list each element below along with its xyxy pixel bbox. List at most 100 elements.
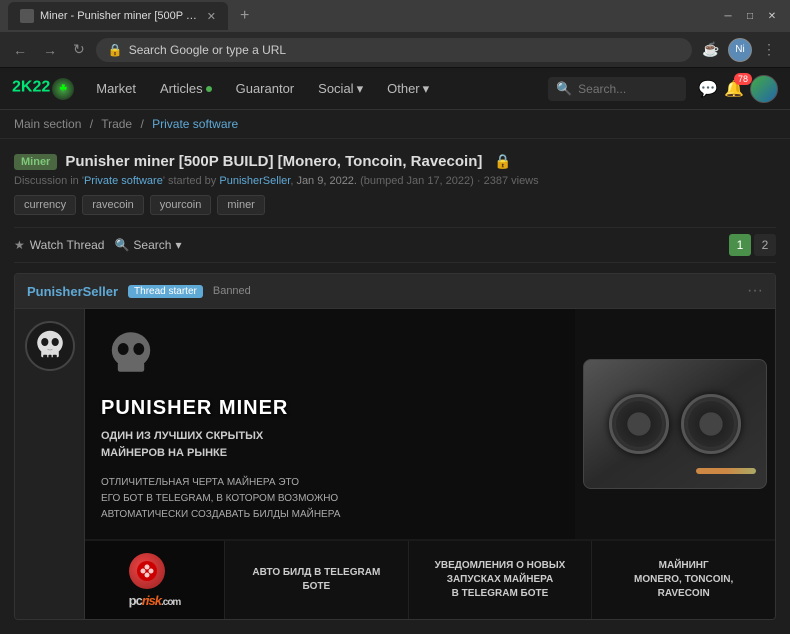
post-banner: PUNISHER MINER ОДИН ИЗ ЛУЧШИХ СКРЫТЫХМАЙ… [85,309,775,539]
thread-meta: Discussion in 'Private software' started… [14,175,776,187]
notification-button[interactable]: 🔔 78 [724,79,744,99]
star-icon: ★ [14,238,25,252]
search-thread-button[interactable]: 🔍 Search ▾ [114,238,181,252]
nav-right: 💬 🔔 78 [698,75,778,103]
notification-badge: 78 [734,73,752,85]
breadcrumb-private-software[interactable]: Private software [152,117,238,131]
url-text: Search Google or type a URL [129,43,286,57]
thread-title-row: Miner Punisher miner [500P BUILD] [Moner… [14,153,776,170]
site-logo: 2K22☘ [12,78,74,100]
search-icon: 🔍 [114,238,129,252]
author-link[interactable]: PunisherSeller [219,175,290,187]
feature-text-2: УВЕДОМЛЕНИЯ О НОВЫХЗАПУСКАХ МАЙНЕРАВ TEL… [435,559,566,601]
banner-desc: ОТЛИЧИТЕЛЬНАЯ ЧЕРТА МАЙНЕРА ЭТОЕГО БОТ В… [101,475,559,523]
toolbar-left: ★ Watch Thread 🔍 Search ▾ [14,238,181,252]
thread-starter-badge: Thread starter [128,285,203,298]
nav-market[interactable]: Market [86,77,146,100]
page-1-button[interactable]: 1 [729,234,751,256]
new-tab-button[interactable]: + [232,3,257,29]
gamepad-icon [136,560,158,582]
breadcrumb-main[interactable]: Main section [14,117,81,131]
breadcrumb-trade[interactable]: Trade [101,117,132,131]
close-button[interactable]: ✕ [762,6,782,26]
reload-button[interactable]: ↻ [68,39,90,60]
tag-ravecoin[interactable]: ravecoin [82,195,144,215]
lock-icon: 🔒 [108,43,123,57]
pcrisk-logo-icon [129,553,165,589]
feature-bar: pcrisk.com АВТО БИЛД В TELEGRAMБОТЕ УВЕД… [85,539,775,619]
post-header: PunisherSeller Thread starter Banned ··· [15,274,775,309]
search-input[interactable] [578,82,678,96]
tag-yourcoin[interactable]: yourcoin [150,195,212,215]
thread-header: Miner Punisher miner [500P BUILD] [Moner… [14,153,776,215]
banner-skull-icon [101,325,161,385]
tab-close-button[interactable]: ✕ [207,10,216,23]
window-controls: ─ □ ✕ [718,6,782,26]
lock-icon: 🔒 [494,153,511,170]
gpu-bar [696,468,756,474]
nav-social[interactable]: Social ▾ [308,77,373,101]
tab-favicon [20,9,34,23]
nav-guarantor[interactable]: Guarantor [226,77,305,100]
tab-title: Miner - Punisher miner [500P BU... [40,10,201,22]
minimize-button[interactable]: ─ [718,6,738,26]
forward-button[interactable]: → [38,40,62,60]
banner-left: PUNISHER MINER ОДИН ИЗ ЛУЧШИХ СКРЫТЫХМАЙ… [85,309,575,539]
extensions-button[interactable]: ☕ [698,37,724,63]
chevron-down-icon-other: ▾ [423,81,430,97]
post-sidebar [15,309,85,619]
feature-card-3: МАЙНИНГMONERO, TONCOIN,RAVECOIN [592,541,775,619]
banned-badge: Banned [213,285,251,297]
thread-title: Punisher miner [500P BUILD] [Monero, Ton… [65,153,482,170]
user-avatar[interactable] [750,75,778,103]
forum-link[interactable]: Private software [84,175,163,187]
profile-button[interactable]: Ni [728,38,752,62]
feature-card-1: АВТО БИЛД В TELEGRAMБОТЕ [225,541,409,619]
browser-actions: ☕ Ni ⋮ [698,37,782,63]
post: PunisherSeller Thread starter Banned ··· [14,273,776,620]
menu-button[interactable]: ⋮ [756,37,782,63]
chat-icon[interactable]: 💬 [698,79,718,99]
logo-circle-icon: ☘ [52,78,74,100]
site-search[interactable]: 🔍 [548,77,686,101]
back-button[interactable]: ← [8,40,32,60]
chevron-down-icon: ▾ [175,238,181,252]
post-body: PUNISHER MINER ОДИН ИЗ ЛУЧШИХ СКРЫТЫХМАЙ… [15,309,775,619]
gpu-fan-right [681,394,741,454]
browser-addressbar: ← → ↻ 🔒 Search Google or type a URL ☕ Ni… [0,32,790,68]
browser-tab[interactable]: Miner - Punisher miner [500P BU... ✕ [8,2,228,30]
pcrisk-pc: pc [129,593,142,608]
pagination: 1 2 [729,234,776,256]
post-options-button[interactable]: ··· [747,282,763,300]
chevron-down-icon: ▾ [357,81,364,97]
banner-subtitle: ОДИН ИЗ ЛУЧШИХ СКРЫТЫХМАЙНЕРОВ НА РЫНКЕ [101,428,559,461]
thread-tags: currency ravecoin yourcoin miner [14,195,776,215]
pcrisk-risk: risk [142,593,161,608]
feature-cards: АВТО БИЛД В TELEGRAMБОТЕ УВЕДОМЛЕНИЯ О Н… [225,541,775,619]
feature-card-2: УВЕДОМЛЕНИЯ О НОВЫХЗАПУСКАХ МАЙНЕРАВ TEL… [409,541,593,619]
main-content: Miner Punisher miner [500P BUILD] [Moner… [0,139,790,634]
page-2-button[interactable]: 2 [754,234,776,256]
feature-text-3: МАЙНИНГMONERO, TONCOIN,RAVECOIN [634,559,733,601]
post-content: PUNISHER MINER ОДИН ИЗ ЛУЧШИХ СКРЫТЫХМАЙ… [85,309,775,619]
articles-dot [206,86,212,92]
pcrisk-com: .com [161,597,180,608]
address-bar[interactable]: 🔒 Search Google or type a URL [96,38,692,62]
watch-button[interactable]: ★ Watch Thread [14,238,104,252]
gpu-fan-left [609,394,669,454]
pcrisk-logo-area: pcrisk.com [85,541,225,619]
site-nav: 2K22☘ Market Articles Guarantor Social ▾… [0,68,790,110]
thread-toolbar: ★ Watch Thread 🔍 Search ▾ 1 2 [14,227,776,263]
gpu-illustration [583,359,767,489]
feature-text-1: АВТО БИЛД В TELEGRAMБОТЕ [252,566,380,594]
post-author[interactable]: PunisherSeller [27,284,118,299]
tag-currency[interactable]: currency [14,195,76,215]
nav-other[interactable]: Other ▾ [377,77,439,101]
browser-titlebar: Miner - Punisher miner [500P BU... ✕ + ─… [0,0,790,32]
category-badge: Miner [14,154,57,170]
banner-title: PUNISHER MINER [101,397,559,420]
nav-articles[interactable]: Articles [150,77,222,100]
maximize-button[interactable]: □ [740,6,760,26]
tag-miner[interactable]: miner [217,195,265,215]
skull-icon [30,326,70,366]
